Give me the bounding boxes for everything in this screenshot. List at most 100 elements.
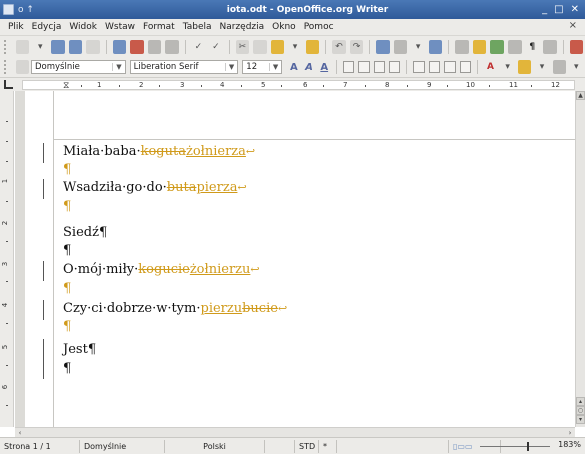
close-document-icon[interactable]: × xyxy=(569,20,577,31)
spellcheck-icon[interactable]: ✓ xyxy=(192,40,206,54)
underline-icon[interactable]: A xyxy=(318,60,331,74)
save-icon[interactable] xyxy=(68,39,83,54)
bullets-icon[interactable] xyxy=(428,61,441,73)
cut-icon[interactable]: ✂ xyxy=(235,39,250,54)
vertical-scrollbar[interactable]: ▲ ▴ ○ ▾ xyxy=(575,91,585,427)
new-document-icon[interactable] xyxy=(15,39,30,54)
scroll-left-icon[interactable]: ‹ xyxy=(15,428,25,437)
paragraph-6[interactable]: Jest¶ xyxy=(63,342,96,357)
next-page-icon[interactable]: ▾ xyxy=(576,415,585,424)
paragraph-5[interactable]: Czy·ci·dobrze·w·tym·pierzubucie↩ xyxy=(63,301,287,316)
modified-indicator[interactable]: * xyxy=(319,439,337,453)
numbering-icon[interactable] xyxy=(413,61,425,73)
background-dropdown-icon[interactable]: ▾ xyxy=(570,60,583,74)
paragraph-2[interactable]: Wsadziła·go·do·butapierza↩ xyxy=(63,180,247,195)
redo-icon[interactable]: ↷ xyxy=(349,39,364,54)
clone-formatting-icon[interactable] xyxy=(305,39,320,54)
draw-functions-icon[interactable] xyxy=(428,39,443,54)
language-indicator[interactable]: Polski xyxy=(165,439,265,453)
menu-tabela[interactable]: Tabela xyxy=(179,22,216,32)
menu-plik[interactable]: Plik xyxy=(4,22,28,32)
justify-icon[interactable] xyxy=(388,61,401,73)
paste-icon[interactable] xyxy=(270,39,285,54)
menu-wstaw[interactable]: Wstaw xyxy=(101,22,139,32)
horizontal-ruler[interactable]: ⧖ 1 2 3 4 5 6 7 8 9 10 11 12 xyxy=(0,77,585,91)
minimize-button[interactable]: _ xyxy=(542,4,547,15)
menu-format[interactable]: Format xyxy=(139,22,179,32)
selection-mode-indicator[interactable]: STD xyxy=(295,439,319,453)
print-icon[interactable] xyxy=(147,39,162,54)
gallery-icon[interactable] xyxy=(490,39,504,54)
navigator-icon[interactable] xyxy=(472,39,487,54)
italic-icon[interactable]: A xyxy=(302,60,315,74)
hyperlink-icon[interactable] xyxy=(376,39,390,54)
find-replace-icon[interactable] xyxy=(455,39,469,54)
zoom-slider-knob[interactable] xyxy=(527,442,529,451)
prev-page-icon[interactable]: ▴ xyxy=(576,397,585,406)
background-color-icon[interactable] xyxy=(552,60,566,74)
scroll-right-icon[interactable]: › xyxy=(565,428,575,437)
bold-icon[interactable]: A xyxy=(287,60,300,74)
page-style-indicator[interactable]: Domyślnie xyxy=(80,439,165,453)
maximize-button[interactable]: □ xyxy=(554,4,563,15)
scroll-up-icon[interactable]: ▲ xyxy=(576,91,585,100)
title-bar-left: o ↑ xyxy=(0,4,60,15)
paragraph-4[interactable]: O·mój·miły·kogucieżołnierzu↩ xyxy=(63,262,260,277)
highlight-dropdown-icon[interactable]: ▾ xyxy=(535,60,548,74)
menu-okno[interactable]: Okno xyxy=(268,22,300,32)
dropdown-arrow-icon[interactable]: ▾ xyxy=(33,40,47,54)
document-page[interactable]: Miała·baba·kogutażołnierza↩ ¶ Wsadziła·g… xyxy=(25,91,575,427)
close-window-button[interactable]: ✕ xyxy=(571,4,579,15)
styles-formatting-icon[interactable] xyxy=(15,60,29,74)
highlight-icon[interactable] xyxy=(518,60,532,74)
toolbar-grip[interactable] xyxy=(4,39,9,54)
undo-icon[interactable]: ↶ xyxy=(332,39,346,54)
ruler-track[interactable]: ⧖ 1 2 3 4 5 6 7 8 9 10 11 12 xyxy=(22,80,575,91)
vertical-ruler[interactable]: 1 2 3 4 5 6 xyxy=(0,91,14,427)
horizontal-scrollbar[interactable]: ‹ › xyxy=(15,427,575,437)
email-icon[interactable] xyxy=(86,39,100,54)
edit-file-icon[interactable] xyxy=(112,39,127,54)
formatting-marks-icon[interactable]: ¶ xyxy=(526,40,540,54)
paragraph-3[interactable]: Siedź¶ xyxy=(63,225,107,240)
document-area[interactable]: Miała·baba·kogutażołnierza↩ ¶ Wsadziła·g… xyxy=(15,91,575,427)
decrease-indent-icon[interactable] xyxy=(444,61,456,73)
zoom-value[interactable]: 183% xyxy=(558,440,581,449)
menu-narzedzia[interactable]: Narzędzia xyxy=(216,22,269,32)
increase-indent-icon[interactable] xyxy=(459,61,471,73)
change-bar xyxy=(43,300,44,320)
menu-edycja[interactable]: Edycja xyxy=(28,22,66,32)
app-icon[interactable] xyxy=(3,4,14,15)
inserted-text: żołnierza xyxy=(185,144,246,159)
indent-marker-icon[interactable]: ⧖ xyxy=(63,81,69,91)
page-indicator[interactable]: Strona 1 / 1 xyxy=(0,439,80,453)
align-right-icon[interactable] xyxy=(373,61,385,73)
insert-mode-indicator[interactable] xyxy=(265,439,295,453)
print-preview-icon[interactable] xyxy=(165,39,179,54)
tab-type-icon[interactable] xyxy=(4,80,13,89)
paragraph-style-select[interactable]: Domyślnie ▼ xyxy=(31,60,126,74)
window-menu-icon[interactable]: o ↑ xyxy=(18,5,34,15)
table-icon[interactable] xyxy=(393,39,408,54)
font-color-dropdown-icon[interactable]: ▾ xyxy=(501,60,514,74)
help-icon[interactable] xyxy=(569,39,584,54)
menu-pomoc[interactable]: Pomoc xyxy=(300,22,338,32)
copy-icon[interactable] xyxy=(253,39,267,54)
align-center-icon[interactable] xyxy=(358,61,370,73)
font-name-select[interactable]: Liberation Serif ▼ xyxy=(129,60,239,74)
zoom-icon[interactable] xyxy=(543,39,557,54)
open-icon[interactable] xyxy=(50,39,65,54)
font-size-select[interactable]: 12 ▼ xyxy=(242,60,283,74)
autospellcheck-icon[interactable]: ✓ xyxy=(209,40,223,54)
navigation-icon[interactable]: ○ xyxy=(576,406,585,415)
export-pdf-icon[interactable] xyxy=(130,39,144,54)
toolbar-grip[interactable] xyxy=(4,60,9,74)
font-color-icon[interactable]: A xyxy=(484,60,497,74)
align-left-icon[interactable] xyxy=(342,61,355,73)
zoom-slider[interactable] xyxy=(480,446,550,447)
paste-dropdown-icon[interactable]: ▾ xyxy=(288,40,302,54)
data-sources-icon[interactable] xyxy=(508,39,522,54)
paragraph-1[interactable]: Miała·baba·kogutażołnierza↩ xyxy=(63,144,255,159)
menu-widok[interactable]: Widok xyxy=(65,22,101,32)
table-dropdown-icon[interactable]: ▾ xyxy=(411,40,425,54)
